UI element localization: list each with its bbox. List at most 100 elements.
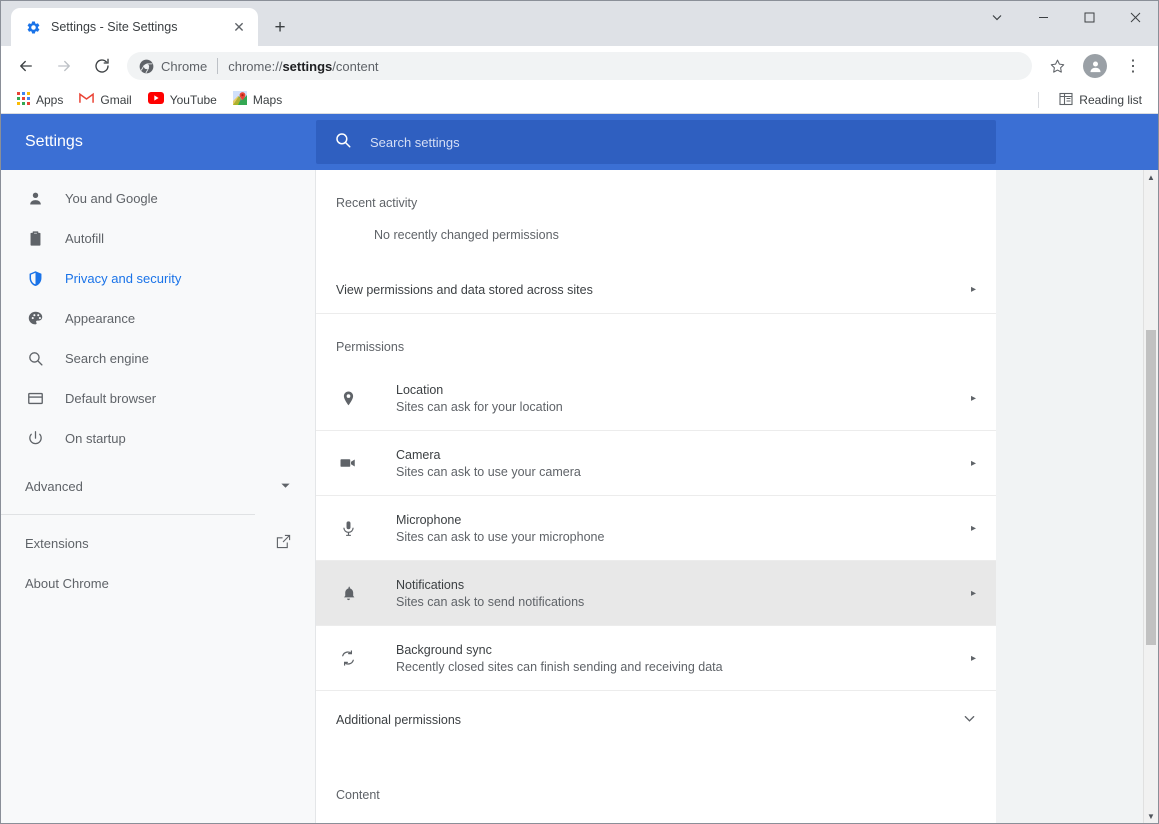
bookmark-maps[interactable]: Maps — [225, 88, 290, 111]
bookmark-label: YouTube — [170, 93, 217, 107]
browser-tab[interactable]: Settings - Site Settings ✕ — [11, 8, 258, 46]
view-permissions-label: View permissions and data stored across … — [336, 283, 971, 297]
apps-grid-icon — [17, 92, 30, 108]
permission-title: Microphone — [396, 513, 971, 527]
reading-list-button[interactable]: Reading list — [1051, 89, 1150, 112]
sidebar-about-label: About Chrome — [25, 576, 291, 591]
sidebar-item-you-and-google[interactable]: You and Google — [1, 178, 315, 218]
vertical-scrollbar[interactable]: ▲ ▼ — [1143, 170, 1158, 824]
chevron-down-icon[interactable] — [974, 1, 1020, 33]
clipboard-icon — [25, 228, 45, 248]
chevron-right-icon: ▸ — [971, 523, 976, 534]
scroll-up-arrow-icon[interactable]: ▲ — [1144, 170, 1158, 185]
sidebar-item-label: Search engine — [65, 351, 149, 366]
scroll-down-arrow-icon[interactable]: ▼ — [1144, 809, 1158, 824]
url-prefix: chrome:// — [228, 59, 282, 74]
sidebar-item-extensions[interactable]: Extensions — [1, 523, 315, 563]
url-host: settings — [282, 59, 332, 74]
permission-subtitle: Sites can ask for your location — [396, 400, 971, 414]
window-controls — [974, 1, 1158, 33]
search-input[interactable]: Search settings — [316, 120, 996, 164]
site-settings-card: Recent activity No recently changed perm… — [316, 170, 996, 824]
permission-subtitle: Sites can ask to use your microphone — [396, 530, 971, 544]
sidebar-item-label: Privacy and security — [65, 271, 181, 286]
permission-row-camera[interactable]: Camera Sites can ask to use your camera … — [316, 431, 996, 496]
permission-row-location[interactable]: Location Sites can ask for your location… — [316, 366, 996, 431]
chrome-menu-icon[interactable]: ⋮ — [1118, 51, 1148, 81]
chevron-right-icon: ▸ — [971, 284, 976, 295]
sidebar-item-search-engine[interactable]: Search engine — [1, 338, 315, 378]
permissions-heading: Permissions — [316, 314, 996, 366]
sidebar-item-appearance[interactable]: Appearance — [1, 298, 315, 338]
view-permissions-row[interactable]: View permissions and data stored across … — [316, 266, 996, 314]
bookmark-label: Gmail — [100, 93, 131, 107]
maps-icon — [233, 91, 247, 108]
sidebar-item-label: Default browser — [65, 391, 156, 406]
sidebar-item-on-startup[interactable]: On startup — [1, 418, 315, 458]
youtube-icon — [148, 92, 164, 107]
recent-activity-heading: Recent activity — [316, 170, 996, 222]
sidebar-item-label: Autofill — [65, 231, 104, 246]
search-icon — [25, 348, 45, 368]
omnibox-divider — [217, 58, 218, 74]
bookmark-youtube[interactable]: YouTube — [140, 89, 225, 110]
reading-list-label: Reading list — [1079, 93, 1142, 107]
close-icon[interactable]: ✕ — [230, 18, 248, 36]
chrome-page-chip: Chrome — [139, 59, 207, 74]
settings-body: You and Google Autofill Privacy and secu… — [1, 170, 1158, 824]
minimize-icon[interactable] — [1020, 1, 1066, 33]
reading-list-icon — [1059, 92, 1073, 109]
permission-text: Location Sites can ask for your location — [396, 383, 971, 414]
chrome-chip-label: Chrome — [161, 59, 207, 74]
permission-subtitle: Sites can ask to send notifications — [396, 595, 971, 609]
bookmark-apps[interactable]: Apps — [9, 89, 71, 111]
bookmarks-bar: Apps Gmail YouTube Maps — [1, 86, 1158, 114]
chevron-right-icon: ▸ — [971, 458, 976, 469]
avatar[interactable] — [1080, 51, 1110, 81]
close-icon[interactable] — [1112, 1, 1158, 33]
page-title: Settings — [1, 133, 316, 151]
address-bar[interactable]: Chrome chrome://settings/content — [127, 52, 1032, 80]
reading-list-area: Reading list — [1038, 86, 1150, 114]
additional-permissions-row[interactable]: Additional permissions — [316, 691, 996, 748]
sidebar-item-label: On startup — [65, 431, 126, 446]
maximize-icon[interactable] — [1066, 1, 1112, 33]
sync-icon — [336, 649, 360, 667]
power-icon — [25, 428, 45, 448]
new-tab-button[interactable]: + — [266, 13, 294, 41]
bookmark-gmail[interactable]: Gmail — [71, 89, 139, 110]
chevron-right-icon: ▸ — [971, 393, 976, 404]
scrollbar-thumb[interactable] — [1146, 330, 1156, 645]
sidebar-item-autofill[interactable]: Autofill — [1, 218, 315, 258]
tab-title: Settings - Site Settings — [51, 20, 220, 34]
omnibox-url: chrome://settings/content — [228, 59, 378, 74]
bookmark-label: Apps — [36, 93, 63, 107]
sidebar-item-label: You and Google — [65, 191, 158, 206]
sidebar-item-advanced[interactable]: Advanced — [1, 466, 315, 506]
bookmark-star-icon[interactable] — [1042, 51, 1072, 81]
permission-title: Notifications — [396, 578, 971, 592]
chevron-down-icon — [963, 712, 976, 728]
sidebar-item-default-browser[interactable]: Default browser — [1, 378, 315, 418]
chevron-right-icon: ▸ — [971, 588, 976, 599]
search-placeholder: Search settings — [370, 135, 460, 150]
permission-row-microphone[interactable]: Microphone Sites can ask to use your mic… — [316, 496, 996, 561]
sidebar-item-about-chrome[interactable]: About Chrome — [1, 563, 315, 603]
shield-icon — [25, 268, 45, 288]
permission-text: Notifications Sites can ask to send noti… — [396, 578, 971, 609]
url-path: /content — [332, 59, 378, 74]
permission-subtitle: Sites can ask to use your camera — [396, 465, 971, 479]
permission-row-notifications[interactable]: Notifications Sites can ask to send noti… — [316, 561, 996, 626]
additional-permissions-label: Additional permissions — [336, 713, 963, 727]
back-icon[interactable] — [11, 51, 41, 81]
permission-row-background-sync[interactable]: Background sync Recently closed sites ca… — [316, 626, 996, 691]
content-heading: Content — [316, 748, 996, 812]
forward-icon[interactable] — [49, 51, 79, 81]
sidebar-extensions-label: Extensions — [25, 536, 276, 551]
recent-activity-empty: No recently changed permissions — [316, 222, 996, 266]
sidebar-advanced-label: Advanced — [25, 479, 280, 494]
reload-icon[interactable] — [87, 51, 117, 81]
settings-content: Recent activity No recently changed perm… — [316, 170, 1158, 824]
profile-icon — [1083, 54, 1107, 78]
sidebar-item-privacy-and-security[interactable]: Privacy and security — [1, 258, 315, 298]
